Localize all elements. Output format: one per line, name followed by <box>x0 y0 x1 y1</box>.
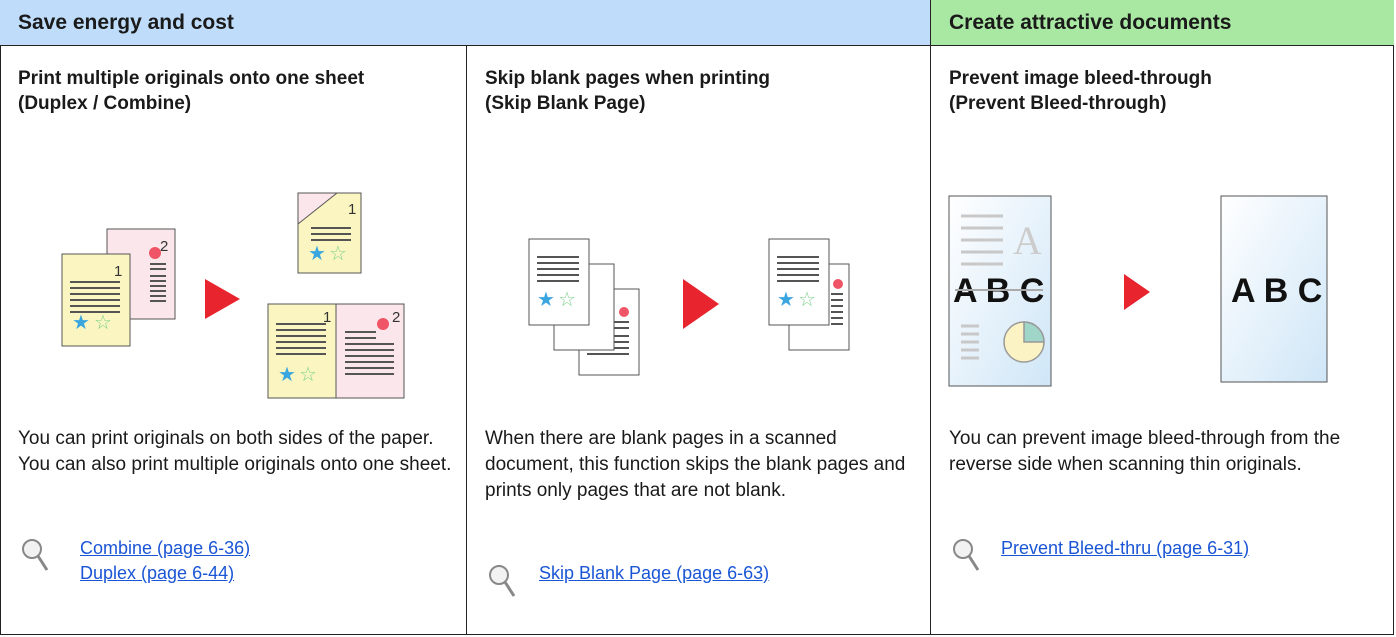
column-title: Print multiple originals onto one sheet … <box>18 68 365 114</box>
svg-text:A B C: A B C <box>1231 272 1322 310</box>
link-skip-blank[interactable]: Skip Blank Page (page 6-63) <box>539 563 769 584</box>
header-attractive-docs: Create attractive documents <box>930 0 1394 46</box>
svg-text:★: ★ <box>278 364 296 386</box>
magnifier-icon <box>953 539 980 571</box>
column-prevent-bleed: Prevent image bleed-through (Prevent Ble… <box>930 46 1394 635</box>
pie-chart-icon <box>1003 321 1045 363</box>
clean-result: A B C <box>1220 195 1328 383</box>
link-duplex[interactable]: Duplex (page 6-44) <box>80 563 234 584</box>
header-save-energy: Save energy and cost <box>0 0 930 46</box>
duplex-combine-illustration: ★ ☆ 1 2 ★ ☆ 1 ★ ☆ 1 2 <box>61 192 405 399</box>
svg-text:☆: ☆ <box>558 289 576 311</box>
arrow-right-icon <box>683 279 719 329</box>
svg-text:☆: ☆ <box>299 364 317 386</box>
column-skip-blank: Skip blank pages when printing (Skip Bla… <box>466 46 930 635</box>
column-description: When there are blank pages in a scanned … <box>485 428 906 501</box>
svg-text:1: 1 <box>323 309 331 326</box>
link-combine[interactable]: Combine (page 6-36) <box>80 538 250 559</box>
svg-text:1: 1 <box>348 201 356 218</box>
column-duplex-combine: Print multiple originals onto one sheet … <box>0 46 466 635</box>
result-stack: ★ ☆ <box>768 238 850 351</box>
column-description: You can print originals on both sides of… <box>18 428 452 475</box>
svg-text:★: ★ <box>72 312 90 334</box>
skip-blank-illustration: ★ ☆ ★ ☆ <box>528 238 850 376</box>
magnifier-icon <box>22 539 49 571</box>
svg-text:2: 2 <box>160 238 168 255</box>
bleed-through-illustration: A A B C A B C <box>948 195 1328 387</box>
column-title: Skip blank pages when printing (Skip Bla… <box>485 68 771 114</box>
svg-text:☆: ☆ <box>94 312 112 334</box>
arrow-right-icon <box>205 279 240 319</box>
arrow-right-icon <box>1124 274 1150 310</box>
svg-text:★: ★ <box>308 243 326 265</box>
column-title: Prevent image bleed-through (Prevent Ble… <box>949 68 1212 114</box>
svg-text:2: 2 <box>392 309 400 326</box>
svg-text:★: ★ <box>777 289 795 311</box>
svg-text:★: ★ <box>537 289 555 311</box>
svg-text:☆: ☆ <box>798 289 816 311</box>
column-description: You can prevent image bleed-through from… <box>949 428 1341 475</box>
magnifier-icon <box>489 565 516 597</box>
original-with-bleed: A A B C <box>948 195 1052 387</box>
original-stack: ★ ☆ <box>528 238 640 376</box>
combine-result: ★ ☆ <box>267 303 405 399</box>
svg-text:☆: ☆ <box>329 243 347 265</box>
link-prevent-bleed[interactable]: Prevent Bleed-thru (page 6-31) <box>1001 538 1249 559</box>
svg-text:1: 1 <box>114 263 122 280</box>
svg-text:A: A <box>1013 218 1042 263</box>
